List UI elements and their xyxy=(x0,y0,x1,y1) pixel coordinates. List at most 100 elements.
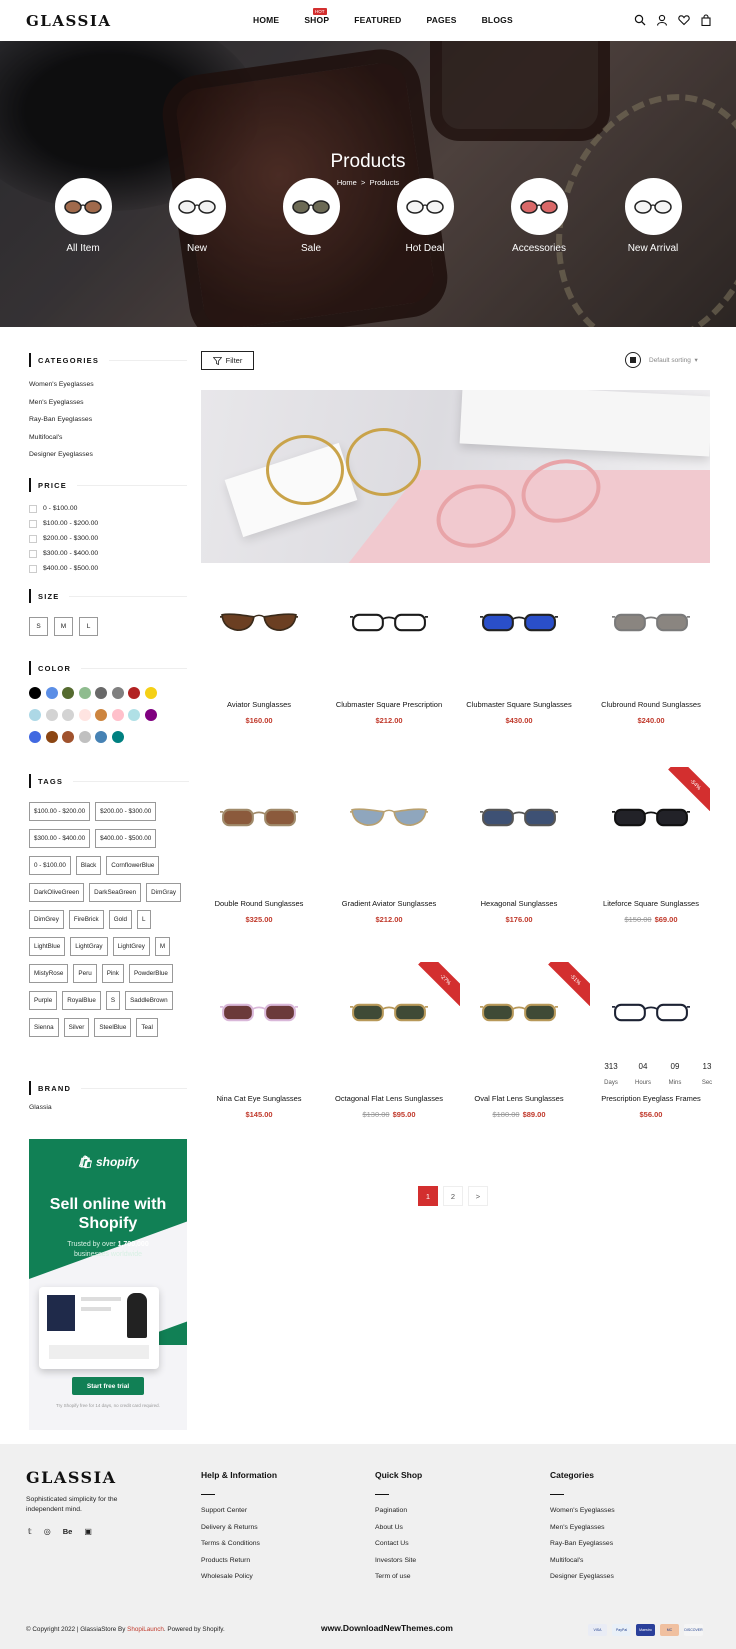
product-card[interactable]: Clubmaster Square Prescription $212.00 xyxy=(324,582,454,725)
checkbox[interactable] xyxy=(29,504,37,513)
sidebar-category-link[interactable]: Ray-Ban Eyeglasses xyxy=(29,411,187,429)
footer-link[interactable]: Designer Eyeglasses xyxy=(550,1573,615,1590)
twitter-icon[interactable]: 𝕥 xyxy=(28,1527,32,1536)
account-icon[interactable] xyxy=(656,13,668,26)
product-name[interactable]: Double Round Sunglasses xyxy=(194,899,324,908)
color-swatch[interactable] xyxy=(111,687,124,699)
sidebar-category-link[interactable]: Men's Eyeglasses xyxy=(29,394,187,412)
product-name[interactable]: Clubmaster Square Prescription xyxy=(324,700,454,709)
color-swatch[interactable] xyxy=(62,731,74,743)
tag-link[interactable]: PowderBlue xyxy=(128,964,173,983)
color-swatch[interactable] xyxy=(29,709,41,721)
tag-link[interactable]: Purple xyxy=(29,991,58,1010)
product-name[interactable]: Nina Cat Eye Sunglasses xyxy=(194,1094,324,1103)
wishlist-icon[interactable] xyxy=(678,13,690,26)
tag-link[interactable]: CornflowerBlue xyxy=(106,856,160,875)
category-hot-deal[interactable]: Hot Deal xyxy=(395,178,455,254)
tag-link[interactable]: Black xyxy=(75,856,102,875)
tag-link[interactable]: RoyalBlue xyxy=(62,991,101,1010)
cart-icon[interactable] xyxy=(700,13,712,27)
price-filter-option[interactable]: $100.00 - $200.00 xyxy=(29,516,187,531)
color-swatch[interactable] xyxy=(128,687,140,699)
color-swatch[interactable] xyxy=(95,687,107,699)
category-all-item[interactable]: All Item xyxy=(53,178,113,254)
tag-link[interactable]: DarkOliveGreen xyxy=(29,883,85,902)
checkbox[interactable] xyxy=(29,534,37,543)
tag-link[interactable]: SaddleBrown xyxy=(125,991,173,1010)
footer-link[interactable]: Term of use xyxy=(375,1573,422,1590)
tag-link[interactable]: DarkSeaGreen xyxy=(89,883,142,902)
product-card[interactable]: Clubmaster Square Sunglasses $430.00 xyxy=(454,582,584,725)
product-card[interactable]: Hexagonal Sunglasses $176.00 xyxy=(454,777,584,924)
footer-link[interactable]: About Us xyxy=(375,1524,422,1541)
category-sale[interactable]: Sale xyxy=(281,178,341,254)
color-swatch[interactable] xyxy=(29,687,41,699)
tag-link[interactable]: DimGrey xyxy=(29,910,64,929)
color-swatch[interactable] xyxy=(95,731,107,743)
category-new[interactable]: New xyxy=(167,178,227,254)
size-option[interactable]: S xyxy=(29,617,48,636)
product-card[interactable]: Aviator Sunglasses $160.00 xyxy=(194,582,324,725)
footer-link[interactable]: Pagination xyxy=(375,1507,422,1524)
color-swatch[interactable] xyxy=(78,709,91,721)
size-option[interactable]: M xyxy=(54,617,73,636)
footer-link[interactable]: Multifocal's xyxy=(550,1557,615,1574)
tag-link[interactable]: Teal xyxy=(136,1018,158,1037)
price-filter-option[interactable]: $400.00 - $500.00 xyxy=(29,561,187,576)
product-name[interactable]: Gradient Aviator Sunglasses xyxy=(324,899,454,908)
footer-logo[interactable]: GLASSIA xyxy=(26,1468,116,1487)
color-swatch[interactable] xyxy=(45,709,58,721)
color-swatch[interactable] xyxy=(144,687,157,699)
page-button[interactable]: 2 xyxy=(443,1186,463,1206)
search-icon[interactable] xyxy=(634,13,646,26)
tag-link[interactable]: M xyxy=(154,937,171,956)
grid-view-icon[interactable] xyxy=(625,352,641,368)
checkbox[interactable] xyxy=(29,564,37,573)
color-swatch[interactable] xyxy=(62,687,74,699)
tag-link[interactable]: Pink xyxy=(101,964,124,983)
color-swatch[interactable] xyxy=(29,731,41,743)
page-button[interactable]: 1 xyxy=(418,1186,438,1206)
brand-link[interactable]: Glassia xyxy=(29,1099,187,1117)
product-name[interactable]: Octagonal Flat Lens Sunglasses xyxy=(324,1094,454,1103)
nav-blogs[interactable]: BLOGS xyxy=(482,15,513,25)
site-logo[interactable]: GLASSIA xyxy=(26,12,112,30)
sidebar-category-link[interactable]: Women's Eyeglasses xyxy=(29,376,187,394)
nav-pages[interactable]: PAGES xyxy=(426,15,456,25)
product-name[interactable]: Aviator Sunglasses xyxy=(194,700,324,709)
tag-link[interactable]: Silver xyxy=(63,1018,90,1037)
checkbox[interactable] xyxy=(29,519,37,528)
tag-link[interactable]: DimGray xyxy=(146,883,181,902)
tag-link[interactable]: $100.00 - $200.00 xyxy=(29,802,91,821)
category-new-arrival[interactable]: New Arrival xyxy=(623,178,683,254)
footer-link[interactable]: Ray-Ban Eyeglasses xyxy=(550,1540,615,1557)
nav-featured[interactable]: FEATURED xyxy=(354,15,401,25)
color-swatch[interactable] xyxy=(62,709,74,721)
shopify-ad[interactable]: 🛍 shopify Sell online with Shopify Trust… xyxy=(29,1139,187,1430)
tag-link[interactable]: MistyRose xyxy=(29,964,69,983)
price-filter-option[interactable]: $300.00 - $400.00 xyxy=(29,546,187,561)
color-swatch[interactable] xyxy=(45,731,58,743)
tag-link[interactable]: FireBrick xyxy=(68,910,104,929)
product-card[interactable]: Prescription Eyeglass Frames $56.00 xyxy=(586,972,716,1119)
next-page-button[interactable]: > xyxy=(468,1186,488,1206)
color-swatch[interactable] xyxy=(45,687,58,699)
tag-link[interactable]: SteelBlue xyxy=(94,1018,132,1037)
footer-link[interactable]: Delivery & Returns xyxy=(201,1524,277,1541)
nav-shop[interactable]: SHOP xyxy=(304,15,329,25)
footer-link[interactable]: Women's Eyeglasses xyxy=(550,1507,615,1524)
tag-link[interactable]: $200.00 - $300.00 xyxy=(95,802,157,821)
behance-icon[interactable]: Be xyxy=(63,1527,73,1536)
price-filter-option[interactable]: $200.00 - $300.00 xyxy=(29,531,187,546)
tag-link[interactable]: Gold xyxy=(108,910,132,929)
tag-link[interactable]: LightBlue xyxy=(29,937,66,956)
product-name[interactable]: Clubround Round Sunglasses xyxy=(586,700,716,709)
footer-link[interactable]: Wholesale Policy xyxy=(201,1573,277,1590)
checkbox[interactable] xyxy=(29,549,37,558)
sidebar-category-link[interactable]: Designer Eyeglasses xyxy=(29,446,187,464)
filter-button[interactable]: Filter xyxy=(201,351,254,370)
product-card[interactable]: Clubround Round Sunglasses $240.00 xyxy=(586,582,716,725)
color-swatch[interactable] xyxy=(95,709,107,721)
color-swatch[interactable] xyxy=(111,731,124,743)
product-name[interactable]: Oval Flat Lens Sunglasses xyxy=(454,1094,584,1103)
